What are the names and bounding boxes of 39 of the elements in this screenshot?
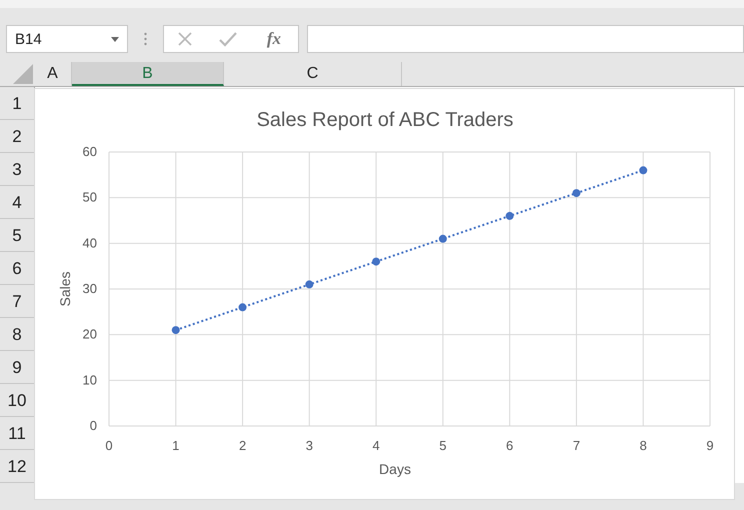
check-icon[interactable]	[218, 31, 237, 47]
data-point	[572, 189, 580, 198]
data-point	[639, 166, 648, 174]
y-tick-label: 10	[82, 372, 97, 388]
formula-input-field[interactable]	[307, 25, 744, 53]
cancel-icon[interactable]	[176, 31, 193, 47]
x-tick-label: 8	[640, 438, 647, 453]
x-tick-label: 6	[506, 438, 514, 453]
chart-area[interactable]: Sales Report of ABC Traders 0 10 20 30 40 50 60 0 1 2 3 4 5 6 7 8 9 Days Sales	[34, 88, 735, 500]
insert-function-button[interactable]: fx	[262, 29, 286, 49]
data-point	[372, 258, 380, 266]
x-tick-label: 9	[706, 438, 714, 453]
x-tick-label: 5	[439, 438, 446, 453]
data-point	[172, 326, 180, 334]
y-tick-label: 60	[82, 144, 97, 159]
column-header[interactable]: B	[72, 62, 224, 86]
x-tick-label: 1	[172, 438, 180, 453]
y-axis-title: Sales	[57, 271, 73, 307]
name-box[interactable]: B14	[6, 25, 128, 53]
data-point	[506, 212, 514, 220]
cell-reference: B14	[15, 30, 42, 48]
y-tick-label: 20	[82, 326, 97, 342]
x-tick-label: 0	[105, 438, 113, 453]
y-tick-label: 0	[90, 418, 97, 433]
column-header[interactable]: C	[224, 62, 402, 86]
data-point	[305, 280, 314, 288]
grip-icon	[144, 32, 147, 46]
y-tick-label: 50	[82, 190, 97, 205]
x-tick-label: 7	[572, 438, 580, 453]
y-tick-label: 40	[82, 235, 97, 250]
data-point	[438, 234, 447, 243]
x-tick-label: 2	[238, 438, 246, 453]
dropdown-caret-icon[interactable]	[111, 36, 119, 42]
y-tick-label: 30	[82, 281, 97, 296]
chart-title: Sales Report of ABC Traders	[256, 109, 514, 131]
x-tick-label: 4	[372, 438, 380, 453]
x-tick-label: 3	[306, 438, 313, 453]
x-axis-title: Days	[379, 461, 411, 477]
data-point	[238, 303, 247, 312]
